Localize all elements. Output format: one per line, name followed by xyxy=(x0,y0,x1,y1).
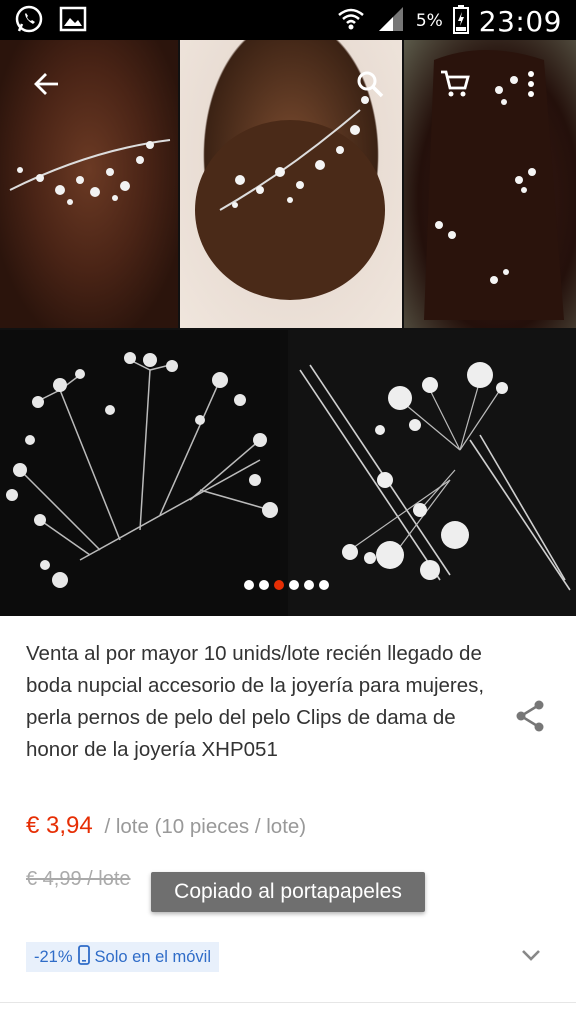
pagination-dot-active[interactable] xyxy=(274,580,284,590)
clock: 23:09 xyxy=(478,4,562,38)
signal-icon xyxy=(376,4,406,38)
battery-percent: 5% xyxy=(415,11,443,31)
product-photo-long-hair xyxy=(404,40,576,328)
pagination-dot[interactable] xyxy=(244,580,254,590)
pagination-dot[interactable] xyxy=(259,580,269,590)
arrow-left-icon xyxy=(34,73,58,95)
pagination-dot[interactable] xyxy=(289,580,299,590)
mobile-discount-badge: -21% Solo en el móvil xyxy=(26,942,220,972)
product-info: Venta al por mayor 10 unids/lote recién … xyxy=(0,616,576,1024)
smartphone-icon xyxy=(77,944,90,970)
product-title: Venta al por mayor 10 unids/lote recién … xyxy=(26,642,485,761)
share-button[interactable] xyxy=(512,698,552,738)
cart-button[interactable] xyxy=(433,62,477,106)
price-unit: / lote (10 pieces / lote) xyxy=(104,815,307,838)
share-icon xyxy=(516,700,544,732)
mobile-only-label: Solo en el móvil xyxy=(94,947,212,966)
search-button[interactable] xyxy=(348,62,392,106)
gallery-icon xyxy=(58,4,88,38)
product-photo-pearl-branch xyxy=(0,330,288,616)
chevron-down-icon xyxy=(522,950,540,961)
battery-icon xyxy=(452,4,469,38)
wifi-icon xyxy=(336,4,366,38)
original-price: € 4,99 / lote xyxy=(26,868,131,890)
pagination-dot[interactable] xyxy=(304,580,314,590)
clipboard-toast: Copiado al portapapeles xyxy=(151,872,425,912)
more-options-button[interactable] xyxy=(516,62,546,106)
expand-button[interactable] xyxy=(516,940,546,970)
discount-percent: -21% xyxy=(34,947,73,966)
product-photo-pearl-pin xyxy=(290,330,576,616)
back-button[interactable] xyxy=(24,62,68,106)
more-vertical-icon xyxy=(528,71,534,97)
cart-icon xyxy=(441,70,470,97)
product-image-gallery[interactable] xyxy=(0,40,576,616)
status-bar: 5% 23:09 xyxy=(0,0,576,40)
gallery-pagination xyxy=(244,580,329,590)
price-row: € 3,94 / lote (10 pieces / lote) xyxy=(26,812,306,840)
current-price: € 3,94 xyxy=(26,812,93,839)
whatsapp-icon xyxy=(14,4,44,38)
pagination-dot[interactable] xyxy=(319,580,329,590)
search-icon xyxy=(357,71,384,98)
divider xyxy=(0,1002,576,1003)
